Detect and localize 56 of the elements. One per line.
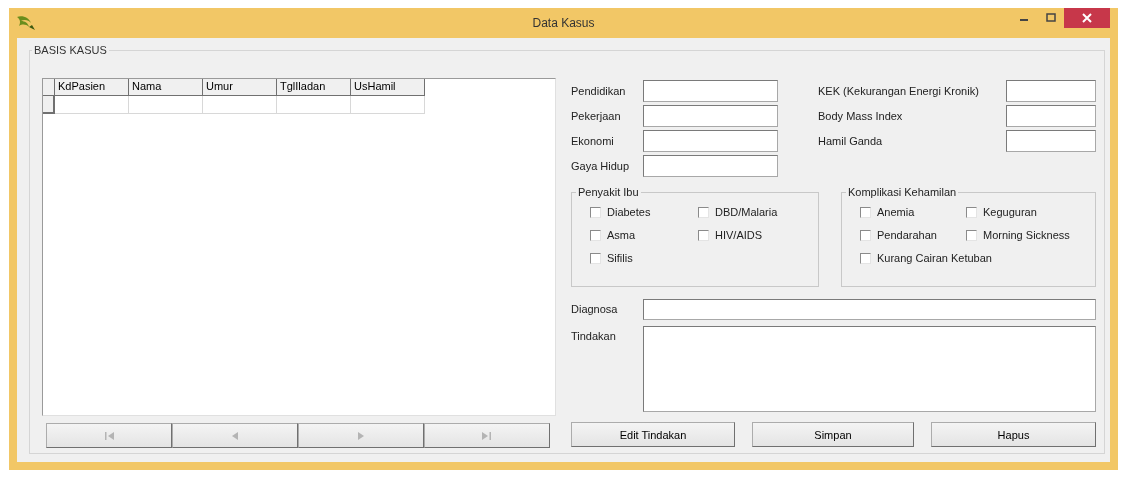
checkbox-label: Sifilis [607, 252, 633, 264]
checkbox[interactable] [590, 252, 601, 264]
column-header[interactable]: Umur [203, 79, 277, 96]
action-button[interactable]: Simpan [752, 422, 914, 447]
text-field[interactable] [643, 299, 1096, 320]
window-title: Data Kasus [532, 16, 595, 30]
text-field[interactable] [1006, 129, 1096, 152]
checkbox-label: Anemia [877, 206, 915, 218]
checkbox[interactable] [698, 206, 709, 218]
checkbox-label: Diabetes [607, 206, 651, 218]
app-logo-icon [15, 14, 37, 32]
field-label: KEK (Kekurangan Energi Kronik) [818, 84, 980, 97]
column-header[interactable]: UsHamil [351, 79, 425, 96]
checkbox-label: HIV/AIDS [715, 229, 763, 241]
column-header[interactable]: Nama [129, 79, 203, 96]
action-button[interactable]: Edit Tindakan [571, 422, 735, 447]
field-label: Pekerjaan [571, 109, 622, 122]
checkbox[interactable] [590, 229, 601, 241]
close-icon [1082, 13, 1092, 23]
maximize-icon [1045, 13, 1056, 23]
close-button[interactable] [1064, 8, 1110, 28]
field-label: Hamil Ganda [818, 134, 884, 147]
text-field[interactable] [643, 129, 778, 152]
field-label: Diagnosa [571, 302, 619, 317]
checkbox-label: Pendarahan [877, 229, 937, 241]
checkbox[interactable] [698, 229, 709, 241]
checkbox[interactable] [966, 206, 977, 218]
column-header[interactable]: TglIladan [277, 79, 351, 96]
text-field[interactable] [643, 154, 778, 177]
text-field[interactable] [1006, 79, 1096, 102]
group-title: BASIS KASUS [33, 44, 108, 56]
field-label: Pendidikan [571, 84, 627, 97]
checkbox[interactable] [860, 206, 871, 218]
field-label: Tindakan [571, 329, 617, 344]
text-field[interactable] [1006, 104, 1096, 127]
group-title: Penyakit Ibu [577, 186, 640, 198]
checkbox[interactable] [966, 229, 977, 241]
field-label: Body Mass Index [818, 109, 904, 122]
text-field[interactable] [643, 79, 778, 102]
checkbox-label: DBD/Malaria [715, 206, 778, 218]
text-area[interactable] [643, 326, 1096, 412]
field-label: Ekonomi [571, 134, 615, 147]
checkbox-label: Kurang Cairan Ketuban [877, 252, 992, 264]
corner-header [43, 79, 55, 96]
checkbox-label: Keguguran [983, 206, 1037, 218]
field-label: Gaya Hidup [571, 159, 631, 172]
checkbox[interactable] [860, 252, 871, 264]
text-field[interactable] [643, 104, 778, 127]
checkbox[interactable] [860, 229, 871, 241]
checkbox[interactable] [590, 206, 601, 218]
row-header[interactable] [43, 96, 55, 114]
checkbox-label: Morning Sickness [983, 229, 1070, 241]
column-header[interactable]: KdPasien [55, 79, 129, 96]
action-button[interactable]: Hapus [931, 422, 1096, 447]
checkbox-label: Asma [607, 229, 636, 241]
group-title: Komplikasi Kehamilan [847, 186, 958, 198]
